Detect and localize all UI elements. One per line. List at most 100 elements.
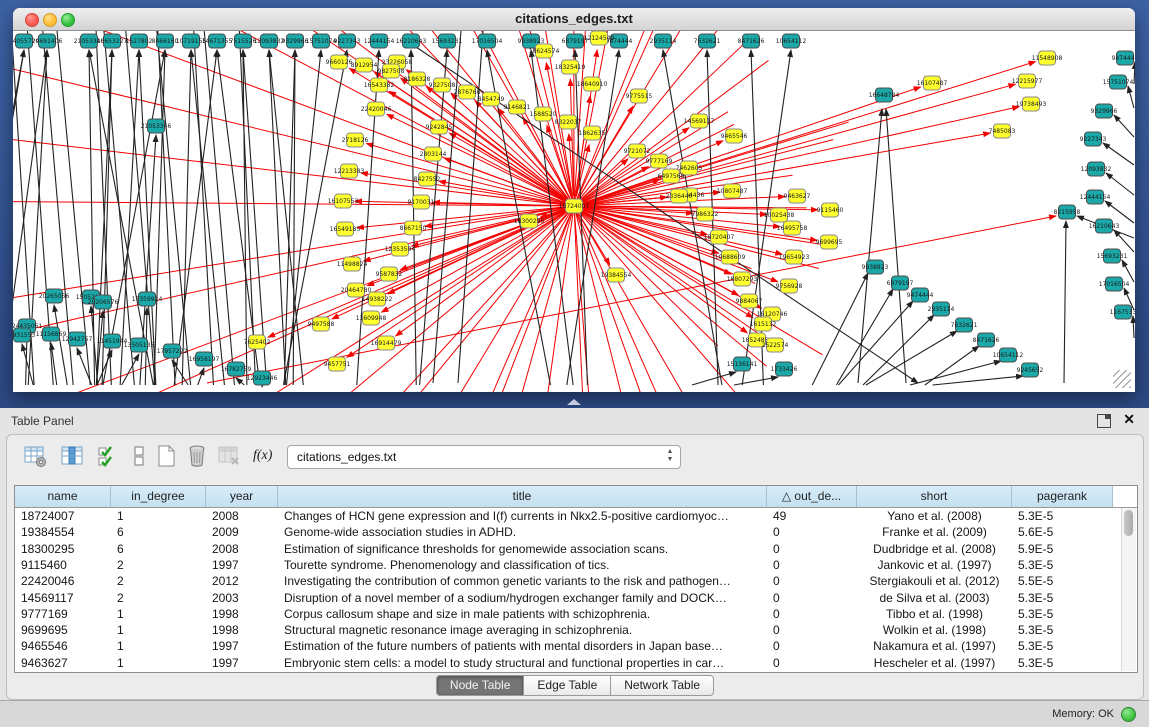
node-label: 6879197 (887, 280, 914, 287)
function-builder-icon[interactable]: f(x) (253, 448, 272, 464)
table-row[interactable]: 1872400712008Changes of HCN gene express… (15, 508, 1121, 524)
node-label: 8667150 (400, 225, 427, 232)
float-panel-icon[interactable] (1097, 414, 1111, 428)
node-label: 7515526 (230, 38, 257, 45)
unselect-all-columns-icon[interactable] (127, 444, 151, 468)
node-label: 20691406 (32, 38, 63, 45)
resize-grip-icon[interactable] (1113, 370, 1131, 388)
cell-pagerank: 5.6E-5 (1012, 524, 1113, 540)
table-row[interactable]: 1456911722003Disruption of a novel membe… (15, 590, 1121, 606)
node-label: 8454749 (478, 96, 505, 103)
table-settings-icon[interactable] (23, 444, 47, 468)
node-label: 9463627 (784, 193, 811, 200)
cell-title: Genome-wide association studies in ADHD. (278, 524, 767, 540)
cell-in_degree: 1 (111, 638, 206, 654)
node-label: 8471626 (738, 38, 765, 45)
node-label: 12923446 (247, 375, 278, 382)
table-panel-header: Table Panel ✕ (0, 408, 1149, 434)
node-label: 16107487 (917, 80, 948, 87)
node-label: 10025438 (764, 212, 795, 219)
node-label: 7632621 (694, 38, 721, 45)
tab-edge-table[interactable]: Edge Table (524, 675, 611, 696)
node-label: 22420046 (361, 106, 392, 113)
cell-short: Nakamura et al. (1997) (857, 638, 1012, 654)
node-label: 16914479 (371, 340, 402, 347)
table-row[interactable]: 969969511998Structural magnetic resonanc… (15, 622, 1121, 638)
cell-pagerank: 5.5E-5 (1012, 573, 1113, 589)
table-row[interactable]: 946554611997Estimation of the future num… (15, 638, 1121, 654)
column-header-title[interactable]: title (278, 486, 767, 507)
cell-in_degree: 1 (111, 606, 206, 622)
cell-name: 9777169 (15, 606, 111, 622)
node-label: 2803144 (420, 151, 447, 158)
column-header-short[interactable]: short (857, 486, 1012, 507)
node-label: 9931553 (13, 332, 36, 339)
cell-year: 2003 (206, 590, 278, 606)
table-row[interactable]: 977716911998Corpus callosum shape and si… (15, 606, 1121, 622)
node-label: 1167533 (1110, 309, 1135, 316)
node-label: 16495758 (777, 225, 808, 232)
tab-network-table[interactable]: Network Table (611, 675, 714, 696)
cell-in_degree: 6 (111, 524, 206, 540)
node-label: 17016504 (472, 38, 503, 45)
node-label: 11609948 (356, 315, 387, 322)
node-label: 13505135 (124, 342, 155, 349)
node-label: 16107553 (328, 198, 359, 205)
node-label: 9721072 (624, 148, 651, 155)
cell-name: 9463627 (15, 655, 111, 671)
node-label: 1615132 (750, 321, 777, 328)
scrollbar-thumb[interactable] (1124, 510, 1133, 536)
node-label: 12093832 (1081, 166, 1112, 173)
window-titlebar[interactable]: citations_edges.txt (13, 8, 1135, 31)
node-label: 15693231 (432, 38, 463, 45)
table-row[interactable]: 946362711997Embryonic stem cells: a mode… (15, 655, 1121, 671)
table-row[interactable]: 911546021997Tourette syndrome. Phenomeno… (15, 557, 1121, 573)
select-all-columns-icon[interactable] (96, 444, 120, 468)
network-canvas[interactable]: 2405572420691406210533461065322715278028… (13, 31, 1135, 392)
table-row[interactable]: 1938455462009Genome-wide association stu… (15, 524, 1121, 540)
column-header-name[interactable]: name (15, 486, 111, 507)
splitter-handle-icon[interactable] (567, 399, 581, 405)
cell-name: 22420046 (15, 573, 111, 589)
node-label: 20464780 (341, 287, 372, 294)
cell-in_degree: 6 (111, 541, 206, 557)
cell-year: 1997 (206, 557, 278, 573)
delete-table-icon[interactable] (185, 444, 209, 468)
table-panel-card: f(x) citations_edges.txt ▲▼ namein_degre… (6, 434, 1144, 700)
vertical-scrollbar[interactable] (1121, 508, 1136, 671)
node-label: 18720407 (704, 234, 735, 241)
tab-node-table[interactable]: Node Table (436, 675, 525, 696)
cell-year: 2009 (206, 524, 278, 540)
cell-short: Tibbo et al. (1998) (857, 606, 1012, 622)
column-header-out_de[interactable]: △ out_de... (767, 486, 857, 507)
new-table-icon[interactable] (154, 444, 178, 468)
node-label: 10688609 (715, 254, 746, 261)
node-label: 10654112 (993, 352, 1024, 359)
table-body: 1872400712008Changes of HCN gene express… (15, 508, 1121, 672)
memory-status-icon[interactable] (1121, 707, 1136, 722)
node-label: 9474444 (907, 292, 934, 299)
node-label: 12444154 (1080, 194, 1111, 201)
table-row[interactable]: 1830029562008Estimation of significance … (15, 541, 1121, 557)
cell-title: Estimation of significance thresholds fo… (278, 541, 767, 557)
node-label: 12093832 (254, 38, 285, 45)
cell-out_de: 0 (767, 557, 857, 573)
cell-in_degree: 1 (111, 508, 206, 524)
node-label: 9227343 (334, 38, 361, 45)
node-label: 18807293 (727, 276, 758, 283)
column-header-in_degree[interactable]: in_degree (111, 486, 206, 507)
table-selector-dropdown[interactable]: citations_edges.txt ▲▼ (287, 445, 681, 469)
node-label: 8466160 (152, 38, 179, 45)
show-column-icon[interactable] (60, 444, 84, 468)
node-label: 18300295 (514, 218, 545, 225)
column-header-pagerank[interactable]: pagerank (1012, 486, 1113, 507)
node-label: 9777169 (646, 158, 673, 165)
close-panel-icon[interactable]: ✕ (1123, 411, 1135, 428)
node-label: 2935114 (928, 306, 955, 313)
node-label: 8322037 (555, 119, 582, 126)
node-label: 18325419 (555, 64, 586, 71)
node-label: 2935114 (650, 38, 677, 45)
node-label: 8186328 (404, 76, 431, 83)
column-header-year[interactable]: year (206, 486, 278, 507)
table-row[interactable]: 2242004622012Investigating the contribut… (15, 573, 1121, 589)
